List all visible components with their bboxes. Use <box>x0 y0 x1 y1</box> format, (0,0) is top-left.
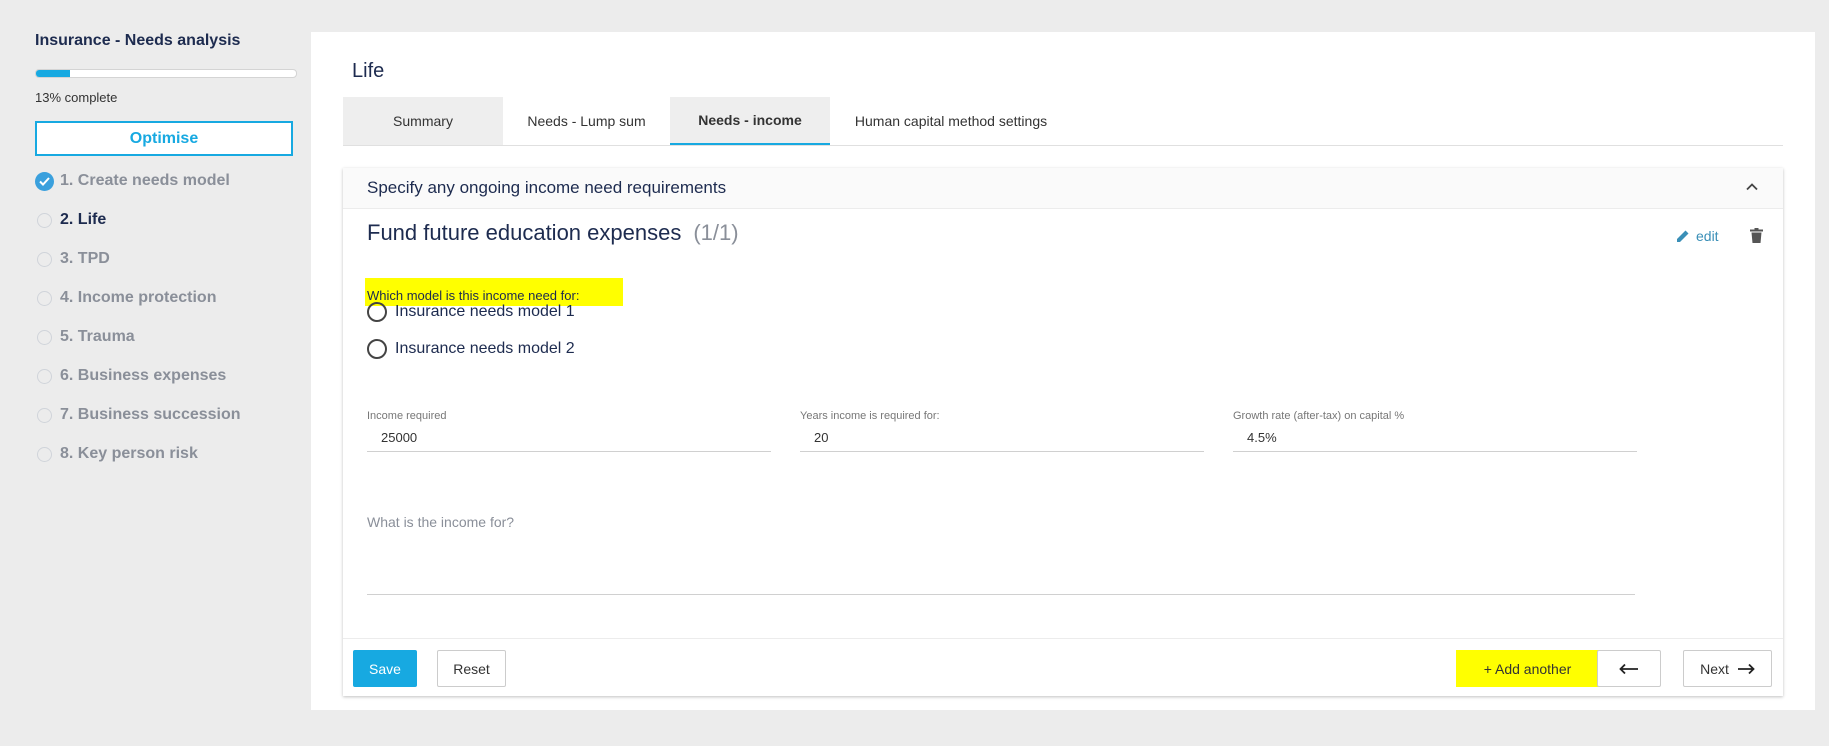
sidebar-title: Insurance - Needs analysis <box>35 32 241 49</box>
next-label: Next <box>1700 660 1729 677</box>
empty-circle-icon <box>35 289 54 308</box>
edit-label: edit <box>1696 228 1719 244</box>
empty-circle-icon <box>35 328 54 347</box>
step-business-expenses[interactable]: 6. Business expenses <box>35 367 241 406</box>
radio-button[interactable] <box>367 302 387 322</box>
growth-rate-input[interactable] <box>1233 426 1637 452</box>
back-button[interactable] <box>1597 650 1661 687</box>
step-label: 5. Trauma <box>60 328 135 345</box>
arrow-left-icon <box>1619 663 1638 674</box>
step-label: 1. Create needs model <box>60 172 230 189</box>
step-key-person-risk[interactable]: 8. Key person risk <box>35 445 241 484</box>
reset-button[interactable]: Reset <box>437 650 506 687</box>
need-count: (1/1) <box>693 220 739 245</box>
pencil-icon <box>1677 230 1689 242</box>
step-list: 1. Create needs model 2. Life 3. TPD 4. … <box>35 172 241 484</box>
empty-circle-icon <box>35 250 54 269</box>
step-label: 2. Life <box>60 211 107 228</box>
step-business-succession[interactable]: 7. Business succession <box>35 406 241 445</box>
step-label: 7. Business succession <box>60 406 241 423</box>
empty-circle-icon <box>35 367 54 386</box>
page-title: Life <box>352 60 385 82</box>
model-option-label: Insurance needs model 2 <box>395 340 575 357</box>
step-tpd[interactable]: 3. TPD <box>35 250 241 289</box>
need-title-text: Fund future education expenses <box>367 220 682 245</box>
step-label: 8. Key person risk <box>60 445 198 462</box>
field-label: Years income is required for: <box>800 410 940 422</box>
chevron-up-icon[interactable] <box>1745 180 1759 194</box>
main-panel: Life Summary Needs - Lump sum Needs - in… <box>311 32 1815 710</box>
model-option-label: Insurance needs model 1 <box>395 303 575 320</box>
progress-bar-fill <box>36 70 70 77</box>
tab-needs-income[interactable]: Needs - income <box>670 97 830 145</box>
step-create-needs-model[interactable]: 1. Create needs model <box>35 172 241 211</box>
field-label: Growth rate (after-tax) on capital % <box>1233 410 1405 422</box>
growth-rate-field: Growth rate (after-tax) on capital % <box>1233 410 1637 452</box>
need-title: Fund future education expenses (1/1) <box>367 220 739 246</box>
check-circle-icon <box>35 172 54 191</box>
tab-bar: Summary Needs - Lump sum Needs - income … <box>343 97 1783 146</box>
empty-circle-icon <box>35 211 54 230</box>
income-for-input[interactable] <box>367 514 1635 594</box>
trash-icon[interactable] <box>1750 228 1763 243</box>
card-footer: Save Reset + Add another Next <box>343 638 1783 697</box>
add-another-button[interactable]: + Add another <box>1456 650 1599 687</box>
edit-link[interactable]: edit <box>1676 228 1719 244</box>
section-header-text: Specify any ongoing income need requirem… <box>367 178 727 197</box>
progress-text: 13% complete <box>35 90 118 105</box>
next-button[interactable]: Next <box>1683 650 1772 687</box>
step-label: 6. Business expenses <box>60 367 227 384</box>
radio-button[interactable] <box>367 339 387 359</box>
step-income-protection[interactable]: 4. Income protection <box>35 289 241 328</box>
optimise-button[interactable]: Optimise <box>35 121 293 156</box>
income-for-field <box>367 514 1635 595</box>
income-required-field: Income required <box>367 410 771 452</box>
save-button[interactable]: Save <box>353 650 417 687</box>
income-needs-card: Specify any ongoing income need requirem… <box>343 168 1783 696</box>
arrow-right-icon <box>1737 663 1755 675</box>
section-header[interactable]: Specify any ongoing income need requirem… <box>343 168 1783 209</box>
step-label: 4. Income protection <box>60 289 217 306</box>
model-option-2[interactable]: Insurance needs model 2 <box>367 339 575 359</box>
empty-circle-icon <box>35 406 54 425</box>
tab-needs-lump-sum[interactable]: Needs - Lump sum <box>503 97 670 145</box>
progress-bar <box>35 69 297 78</box>
tab-summary[interactable]: Summary <box>343 97 503 145</box>
step-label: 3. TPD <box>60 250 110 267</box>
income-required-input[interactable] <box>367 426 771 452</box>
model-option-1[interactable]: Insurance needs model 1 <box>367 302 575 322</box>
tab-human-capital-settings[interactable]: Human capital method settings <box>830 97 1072 145</box>
step-life[interactable]: 2. Life <box>35 211 241 250</box>
step-trauma[interactable]: 5. Trauma <box>35 328 241 367</box>
empty-circle-icon <box>35 445 54 464</box>
years-required-input[interactable] <box>800 426 1204 452</box>
years-required-field: Years income is required for: <box>800 410 1204 452</box>
field-label: Income required <box>367 410 447 422</box>
